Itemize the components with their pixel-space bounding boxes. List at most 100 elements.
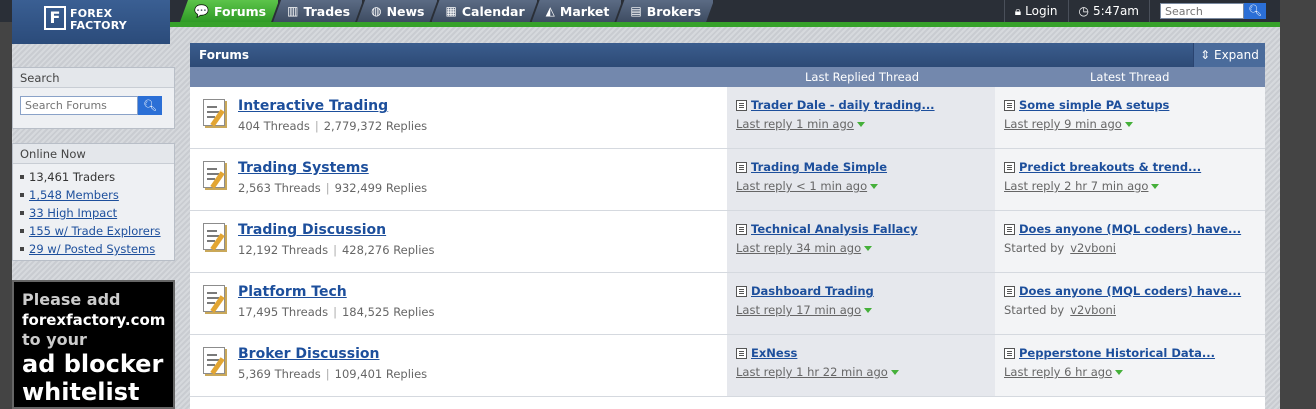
forum-icon — [199, 345, 229, 377]
last-replied-time[interactable]: Last reply 1 hr 22 min ago — [736, 363, 888, 381]
forum-stats: 2,563 Threads | 932,499 Replies — [238, 181, 428, 195]
latest-title[interactable]: Pepperstone Historical Data... — [1019, 346, 1215, 360]
latest-title[interactable]: Some simple PA setups — [1019, 98, 1169, 112]
nav-news[interactable]: ◍ News — [357, 0, 437, 22]
forum-main: Broker Discussion 5,369 Threads | 109,401 … — [190, 335, 727, 396]
chart-icon: ◭ — [545, 4, 555, 18]
search-icon[interactable]: 🔍︎ — [1244, 3, 1266, 19]
forum-title[interactable]: Broker Discussion — [238, 345, 427, 363]
nav-forums[interactable]: 💬 Forums — [180, 0, 279, 22]
latest-cell: Predict breakouts & trend... Last reply … — [995, 149, 1265, 210]
sidebar-search-title: Search — [13, 68, 174, 88]
latest-cell: Pepperstone Historical Data... Last repl… — [995, 335, 1265, 396]
last-replied-title[interactable]: Dashboard Trading — [751, 284, 874, 298]
thread-icon — [736, 223, 747, 235]
forum-icon — [199, 159, 229, 191]
latest-sub: Last reply 9 min ago — [1004, 115, 1265, 133]
nav-calendar[interactable]: ▦ Calendar — [432, 0, 538, 22]
latest-sub: Last reply 2 hr 7 min ago — [1004, 177, 1265, 195]
forum-icon — [199, 97, 229, 129]
online-item-high-impact[interactable]: 33 High Impact — [20, 204, 167, 222]
online-item-posted-systems[interactable]: 29 w/ Posted Systems — [20, 240, 167, 258]
bars-icon: ▥ — [287, 4, 299, 18]
last-replied-cell: ExNess Last reply 1 hr 22 min ago — [727, 335, 995, 396]
thread-icon — [736, 285, 747, 297]
lock-icon: 🔒︎ — [1014, 3, 1022, 18]
forum-row: Trading Discussion 12,192 Threads | 428,27… — [190, 211, 1265, 273]
latest-time[interactable]: Last reply 6 hr ago — [1004, 363, 1112, 381]
search-icon[interactable]: 🔍︎ — [138, 96, 162, 115]
thread-icon — [1004, 99, 1015, 111]
expand-button[interactable]: ⇕ Expand — [1193, 43, 1265, 67]
thread-icon — [1004, 347, 1015, 359]
nav-trades[interactable]: ▥ Trades — [273, 0, 363, 22]
last-replied-title[interactable]: ExNess — [751, 346, 797, 360]
forum-title[interactable]: Platform Tech — [238, 283, 435, 301]
clock[interactable]: ◷ 5:47am — [1067, 0, 1149, 22]
forum-title[interactable]: Trading Systems — [238, 159, 427, 177]
arrow-down-icon[interactable] — [1151, 183, 1160, 189]
arrow-down-icon[interactable] — [1115, 369, 1124, 375]
last-replied-title[interactable]: Trading Made Simple — [751, 160, 887, 174]
arrow-down-icon[interactable] — [890, 369, 899, 375]
latest-cell: Does anyone (MQL coders) have... Started… — [995, 211, 1265, 272]
arrow-down-icon[interactable] — [870, 183, 879, 189]
started-by-user[interactable]: v2vboni — [1070, 239, 1116, 257]
online-list: 13,461 Traders 1,548 Members 33 High Imp… — [13, 164, 174, 264]
last-replied-time[interactable]: Last reply 17 min ago — [736, 301, 861, 319]
panel-title: Forums — [199, 48, 250, 62]
top-search-input[interactable] — [1160, 3, 1244, 19]
latest-title[interactable]: Predict breakouts & trend... — [1019, 160, 1201, 174]
last-replied-cell: Trading Made Simple Last reply < 1 min a… — [727, 149, 995, 210]
last-replied-title[interactable]: Trader Dale - daily trading... — [751, 98, 935, 112]
nav-market[interactable]: ◭ Market — [532, 0, 623, 22]
login-link[interactable]: 🔒︎ Login — [1003, 0, 1068, 22]
started-by-user[interactable]: v2vboni — [1070, 301, 1116, 319]
arrow-down-icon[interactable] — [864, 307, 873, 313]
forum-title[interactable]: Trading Discussion — [238, 221, 435, 239]
forum-stats: 404 Threads | 2,779,372 Replies — [238, 119, 428, 133]
latest-cell: Some simple PA setups Last reply 9 min a… — [995, 87, 1265, 148]
forum-main: Trading Discussion 12,192 Threads | 428,27… — [190, 211, 727, 272]
forum-main: Trading Systems 2,563 Threads | 932,499 Re… — [190, 149, 727, 210]
online-item-trade-explorers[interactable]: 155 w/ Trade Explorers — [20, 222, 167, 240]
arrow-down-icon[interactable] — [864, 245, 873, 251]
column-headers: Last Replied Thread Latest Thread — [190, 67, 1265, 87]
forum-stats: 12,192 Threads | 428,276 Replies — [238, 243, 435, 257]
started-by-label: Started by — [1004, 241, 1065, 255]
panel-header: Forums ⇕ Expand — [190, 43, 1265, 67]
arrow-down-icon[interactable] — [1124, 121, 1133, 127]
thread-icon — [1004, 161, 1015, 173]
col-last-replied: Last Replied Thread — [805, 70, 920, 84]
ad-blocker-notice: Please add forexfactory.com to your ad b… — [12, 280, 175, 409]
last-replied-cell: Technical Analysis Fallacy Last reply 34… — [727, 211, 995, 272]
online-item-members[interactable]: 1,548 Members — [20, 186, 167, 204]
last-replied-time[interactable]: Last reply 1 min ago — [736, 115, 854, 133]
online-now-title: Online Now — [13, 144, 174, 164]
latest-sub: Started by v2vboni — [1004, 239, 1265, 257]
latest-time[interactable]: Last reply 9 min ago — [1004, 115, 1122, 133]
thread-icon — [736, 161, 747, 173]
forum-title[interactable]: Interactive Trading — [238, 97, 427, 115]
page-body: Search 🔍︎ Online Now 13,461 Traders 1,54… — [12, 27, 1280, 409]
arrow-down-icon[interactable] — [856, 121, 865, 127]
col-latest: Latest Thread — [1090, 70, 1170, 84]
logo-mark: F — [44, 6, 66, 30]
latest-cell: Does anyone (MQL coders) have... Started… — [995, 273, 1265, 334]
forum-icon — [199, 283, 229, 315]
last-replied-cell: Trader Dale - daily trading... Last repl… — [727, 87, 995, 148]
latest-title[interactable]: Does anyone (MQL coders) have... — [1019, 284, 1241, 298]
nav-brokers[interactable]: ▤ Brokers — [616, 0, 714, 22]
last-replied-time[interactable]: Last reply 34 min ago — [736, 239, 861, 257]
forum-row: Interactive Trading 404 Threads | 2,779,37… — [190, 87, 1265, 149]
last-replied-time[interactable]: Last reply < 1 min ago — [736, 177, 867, 195]
building-icon: ▤ — [630, 4, 642, 18]
latest-time[interactable]: Last reply 2 hr 7 min ago — [1004, 177, 1148, 195]
last-replied-cell: Dashboard Trading Last reply 17 min ago — [727, 273, 995, 334]
logo[interactable]: F FOREX FACTORY — [12, 0, 170, 44]
latest-title[interactable]: Does anyone (MQL coders) have... — [1019, 222, 1241, 236]
forum-main: Platform Tech 17,495 Threads | 184,525 Rep… — [190, 273, 727, 334]
last-replied-title[interactable]: Technical Analysis Fallacy — [751, 222, 918, 236]
search-forums-input[interactable] — [20, 96, 138, 115]
forum-row: Platform Tech 17,495 Threads | 184,525 Rep… — [190, 273, 1265, 335]
